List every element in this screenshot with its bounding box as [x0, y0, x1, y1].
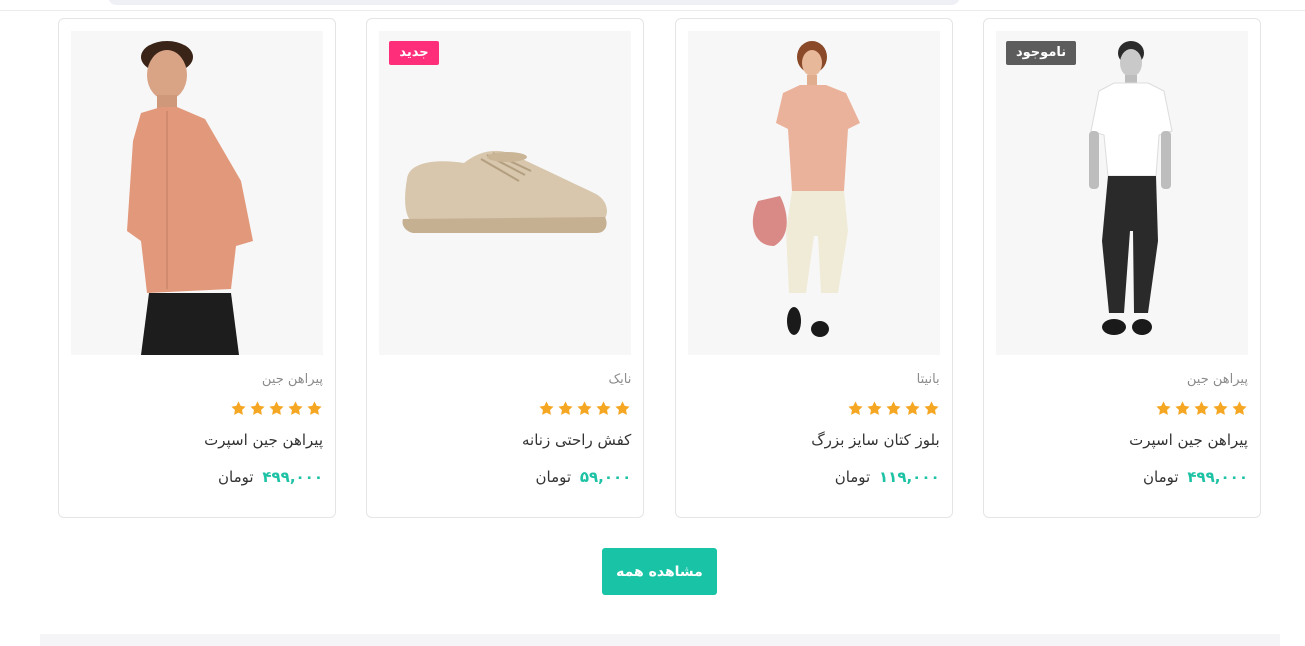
rating-stars: [230, 400, 323, 417]
product-image[interactable]: [71, 31, 323, 355]
currency-label: تومان: [218, 468, 254, 486]
out-of-stock-badge: ناموجود: [1005, 41, 1077, 65]
product-brand[interactable]: پیراهن جین: [262, 372, 323, 387]
product-card[interactable]: بانیتا بلوز کتان سایز بزرگ ۱۱۹,۰۰۰ تومان: [674, 18, 953, 518]
product-image[interactable]: [995, 31, 1248, 355]
footer-band: [40, 634, 1280, 646]
product-name[interactable]: پیراهن جین اسپرت: [1129, 431, 1248, 449]
star-icon: [615, 401, 630, 415]
star-icon: [539, 401, 554, 415]
star-icon: [250, 401, 265, 415]
product-card[interactable]: جدید نایک کفش راحتی زنانه ۵۹,۰۰۰ تومان: [366, 18, 645, 518]
product-price: ۱۱۹,۰۰۰: [879, 468, 940, 486]
star-icon: [867, 401, 882, 415]
product-brand[interactable]: پیراهن جین: [1187, 372, 1248, 387]
product-name[interactable]: پیراهن جین اسپرت: [204, 431, 323, 449]
star-icon: [231, 401, 246, 415]
star-icon: [307, 401, 322, 415]
product-name[interactable]: بلوز کتان سایز بزرگ: [811, 431, 939, 449]
rating-stars: [1155, 400, 1248, 417]
star-icon: [596, 401, 611, 415]
product-brand[interactable]: نایک: [608, 372, 631, 387]
product-brand[interactable]: بانیتا: [917, 372, 940, 387]
price-row: ۱۱۹,۰۰۰ تومان: [835, 468, 940, 486]
star-icon: [1213, 401, 1228, 415]
product-card[interactable]: پیراهن جین پیراهن جین اسپرت ۴۹۹,۰۰۰ توما…: [58, 18, 336, 518]
woman-blouse-photo: [687, 31, 940, 355]
star-icon: [848, 401, 863, 415]
star-icon: [886, 401, 901, 415]
currency-label: تومان: [834, 468, 871, 486]
top-divider: [0, 0, 1305, 11]
product-image[interactable]: [379, 31, 632, 355]
product-price: ۴۹۹,۰۰۰: [262, 468, 323, 486]
product-price: ۵۹,۰۰۰: [579, 468, 632, 486]
star-icon: [269, 401, 284, 415]
man-tshirt-photo: [995, 31, 1248, 355]
star-icon: [1194, 401, 1209, 415]
star-icon: [905, 401, 920, 415]
currency-label: تومان: [1143, 468, 1179, 486]
currency-label: تومان: [535, 468, 572, 486]
new-badge: جدید: [389, 41, 439, 65]
star-icon: [577, 401, 592, 415]
price-row: ۵۹,۰۰۰ تومان: [536, 468, 632, 486]
price-row: ۴۹۹,۰۰۰ تومان: [218, 468, 323, 486]
star-icon: [288, 401, 303, 415]
rating-stars: [538, 400, 631, 417]
product-image[interactable]: [687, 31, 940, 355]
man-shirt-photo: [71, 31, 323, 355]
star-icon: [924, 401, 939, 415]
star-icon: [1175, 401, 1190, 415]
view-all-button[interactable]: مشاهده همه: [602, 548, 717, 595]
star-icon: [1232, 401, 1247, 415]
rating-stars: [847, 400, 940, 417]
star-icon: [1156, 401, 1171, 415]
star-icon: [558, 401, 573, 415]
product-card[interactable]: ناموجود پیراهن جین پیراهن جین اسپرت ۴۹۹,…: [982, 18, 1261, 518]
product-price: ۴۹۹,۰۰۰: [1187, 468, 1248, 486]
product-grid: ناموجود پیراهن جین پیراهن جین اسپرت ۴۹۹,…: [58, 18, 1261, 518]
sneaker-photo: [379, 31, 632, 355]
search-bar-edge[interactable]: [108, 0, 960, 5]
price-row: ۴۹۹,۰۰۰ تومان: [1143, 468, 1248, 486]
product-name[interactable]: کفش راحتی زنانه: [522, 431, 631, 449]
